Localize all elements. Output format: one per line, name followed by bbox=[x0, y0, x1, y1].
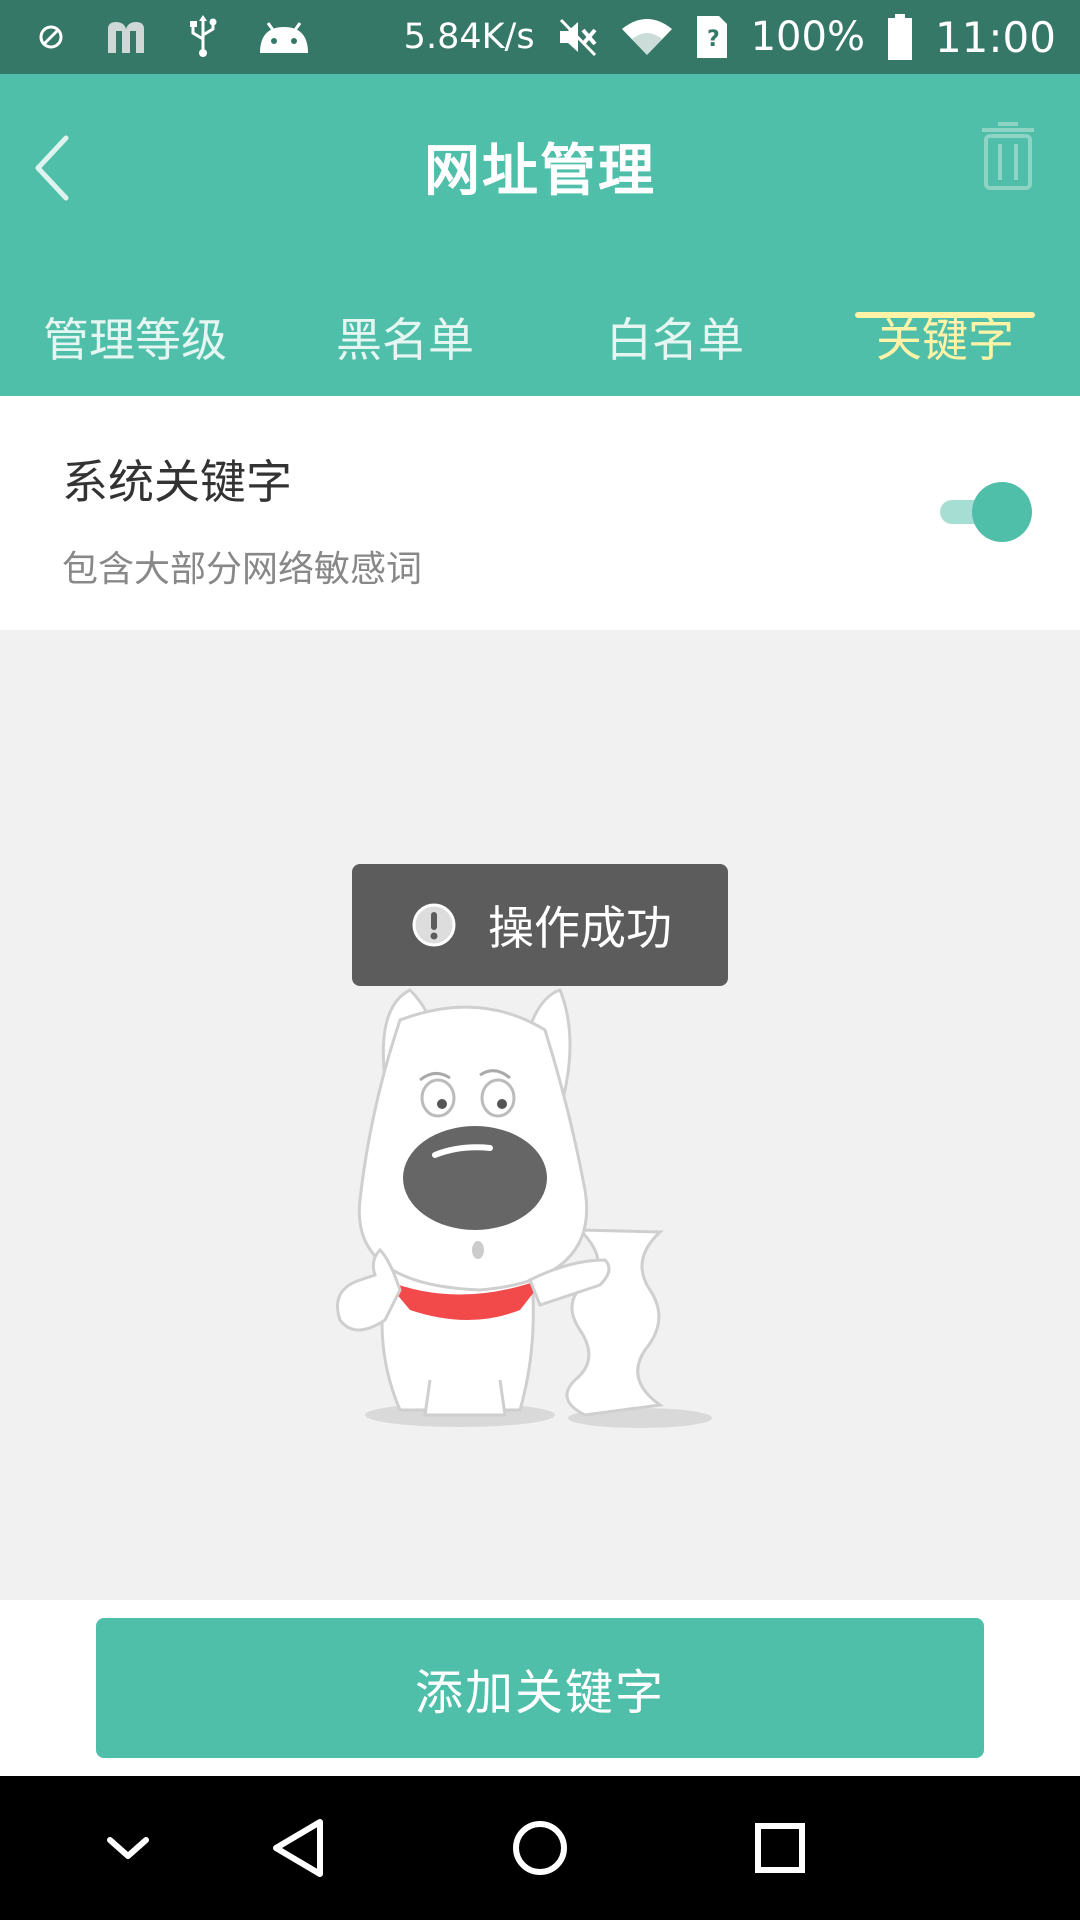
delete-button[interactable] bbox=[980, 122, 1036, 192]
screen: 5.84K/s ? 100% 11:00 网址管理 管理等级 黑名单 白名单 关… bbox=[0, 0, 1080, 1920]
system-nav-bar bbox=[0, 1776, 1080, 1920]
empty-state bbox=[0, 630, 1080, 1600]
app-header: 网址管理 管理等级 黑名单 白名单 关键字 bbox=[0, 74, 1080, 396]
tab-bar: 管理等级 黑名单 白名单 关键字 bbox=[0, 274, 1080, 396]
system-keyword-toggle[interactable] bbox=[940, 482, 1032, 542]
toggle-thumb bbox=[972, 482, 1032, 542]
network-speed: 5.84K/s bbox=[403, 17, 535, 57]
tab-keywords[interactable]: 关键字 bbox=[810, 274, 1080, 396]
active-tab-indicator bbox=[855, 312, 1035, 318]
exclamation-icon bbox=[412, 903, 456, 947]
status-bar: 5.84K/s ? 100% 11:00 bbox=[0, 0, 1080, 74]
status-left-icons bbox=[38, 15, 350, 59]
wifi-icon bbox=[621, 19, 672, 55]
battery-icon bbox=[887, 14, 912, 60]
page-title: 网址管理 bbox=[424, 139, 656, 204]
toast-message: 操作成功 bbox=[488, 901, 672, 955]
setting-title: 系统关键字 bbox=[62, 455, 292, 509]
trash-icon bbox=[982, 122, 1034, 190]
mute-icon bbox=[559, 18, 597, 57]
status-right-icons: 5.84K/s ? 100% 11:00 bbox=[382, 13, 1056, 62]
svg-text:?: ? bbox=[707, 27, 720, 52]
home-circle-icon[interactable] bbox=[498, 1806, 582, 1890]
tab-blacklist[interactable]: 黑名单 bbox=[270, 274, 540, 396]
chevron-down-icon[interactable] bbox=[86, 1806, 170, 1890]
tab-whitelist[interactable]: 白名单 bbox=[540, 274, 810, 396]
battery-percent: 100% bbox=[750, 14, 865, 60]
sim-unknown-icon: ? bbox=[696, 16, 727, 58]
usb-icon bbox=[190, 15, 217, 57]
m-app-icon bbox=[108, 22, 144, 53]
clock: 11:00 bbox=[934, 12, 1056, 62]
tab-management-level[interactable]: 管理等级 bbox=[0, 274, 270, 396]
android-icon bbox=[260, 22, 308, 53]
back-triangle-icon[interactable] bbox=[258, 1806, 342, 1890]
recents-square-icon[interactable] bbox=[738, 1806, 822, 1890]
blocked-icon bbox=[39, 25, 63, 49]
dog-mascot-illustration bbox=[336, 988, 712, 1428]
success-toast: 操作成功 bbox=[352, 864, 728, 986]
system-keyword-setting: 系统关键字 包含大部分网络敏感词 bbox=[0, 396, 1080, 630]
add-keyword-button[interactable]: 添加关键字 bbox=[96, 1618, 984, 1758]
setting-description: 包含大部分网络敏感词 bbox=[62, 549, 423, 590]
bottom-action-bar: 添加关键字 bbox=[0, 1600, 1080, 1776]
